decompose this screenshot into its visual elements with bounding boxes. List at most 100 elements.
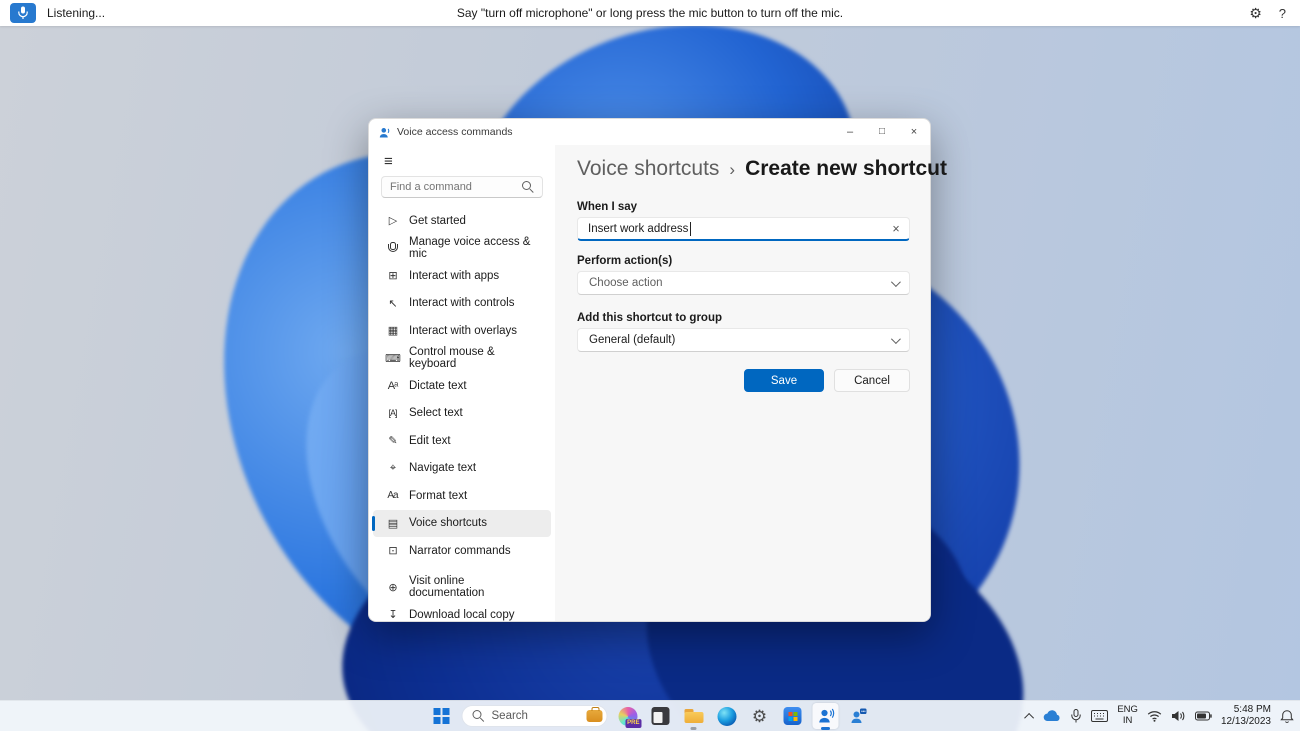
group-value: General (default) bbox=[589, 334, 676, 346]
sidebar-item-label: Select text bbox=[409, 407, 463, 420]
sidebar-item-control-mouse-keyboard[interactable]: ⌨ Control mouse & keyboard bbox=[373, 345, 551, 373]
sidebar-item-label: Interact with overlays bbox=[409, 324, 518, 337]
clock[interactable]: 5:48 PM 12/13/2023 bbox=[1221, 704, 1271, 729]
taskbar-search[interactable]: Search bbox=[461, 705, 608, 727]
preview-badge: PRE bbox=[625, 719, 641, 728]
taskbar-app-store[interactable] bbox=[780, 703, 806, 729]
window-titlebar: Voice access commands – □ × bbox=[369, 119, 930, 145]
voice-shortcuts-icon: ▤ bbox=[387, 517, 398, 530]
taskbar-app-people-chat[interactable] bbox=[846, 703, 872, 729]
overlay-grid-icon: ▦ bbox=[387, 325, 398, 338]
search-placeholder: Search bbox=[491, 710, 528, 722]
mic-tray-icon[interactable] bbox=[1070, 709, 1082, 723]
chevron-down-icon bbox=[890, 276, 901, 287]
choose-action-dropdown[interactable]: Choose action bbox=[577, 271, 910, 295]
file-explorer-icon bbox=[684, 708, 703, 724]
people-chat-icon bbox=[851, 708, 867, 723]
sidebar-item-get-started[interactable]: ▷ Get started bbox=[373, 207, 551, 235]
sidebar-item-interact-controls[interactable]: ↖ Interact with controls bbox=[373, 290, 551, 318]
maximize-button[interactable]: □ bbox=[866, 119, 898, 145]
perform-actions-label: Perform action(s) bbox=[577, 255, 673, 267]
listening-status: Listening... bbox=[47, 6, 106, 20]
taskbar-app-file-explorer[interactable] bbox=[681, 703, 707, 730]
volume-icon[interactable] bbox=[1171, 710, 1186, 722]
onedrive-cloud-icon[interactable] bbox=[1043, 710, 1061, 722]
save-button[interactable]: Save bbox=[744, 369, 824, 392]
running-indicator bbox=[690, 727, 697, 730]
window-title: Voice access commands bbox=[397, 126, 513, 138]
when-i-say-input[interactable] bbox=[578, 222, 883, 235]
find-command-searchbox[interactable] bbox=[381, 176, 543, 198]
minimize-button[interactable]: – bbox=[834, 119, 866, 145]
close-button[interactable]: × bbox=[898, 119, 930, 145]
language-indicator[interactable]: ENG IN bbox=[1117, 704, 1138, 727]
play-icon: ▷ bbox=[388, 215, 397, 228]
taskbar: Search PRE ⚙ ENG IN 5:48 PM 12/13/2023 bbox=[0, 700, 1300, 731]
sidebar-item-voice-shortcuts[interactable]: ▤ Voice shortcuts bbox=[372, 509, 551, 537]
add-to-group-label: Add this shortcut to group bbox=[577, 312, 723, 324]
narrator-icon: ⊡ bbox=[388, 545, 397, 558]
sidebar-item-edit-text[interactable]: ✎ Edit text bbox=[373, 427, 551, 455]
sidebar-item-dictate-text[interactable]: Aᵃ Dictate text bbox=[373, 372, 551, 400]
taskbar-app-voice-access[interactable] bbox=[812, 703, 839, 730]
sidebar-item-label: Control mouse & keyboard bbox=[409, 346, 495, 371]
chevron-down-icon bbox=[890, 333, 901, 344]
choose-action-value: Choose action bbox=[589, 277, 663, 289]
edge-browser-icon bbox=[717, 706, 736, 726]
sidebar-item-format-text[interactable]: Aa Format text bbox=[373, 482, 551, 510]
notification-bell-icon[interactable] bbox=[1280, 709, 1294, 724]
battery-icon[interactable] bbox=[1194, 711, 1212, 721]
touch-keyboard-icon[interactable] bbox=[1091, 710, 1109, 722]
taskbar-app-preview[interactable]: PRE bbox=[615, 703, 641, 729]
date: 12/13/2023 bbox=[1220, 716, 1271, 727]
cursor-icon: ↖ bbox=[388, 297, 397, 310]
tray-overflow-chevron-icon[interactable] bbox=[1024, 712, 1035, 723]
wifi-icon[interactable] bbox=[1147, 710, 1162, 722]
sidebar-item-manage-voice-access[interactable]: Manage voice access & mic bbox=[373, 235, 551, 263]
sidebar-item-online-documentation[interactable]: ⊕ Visit online documentation bbox=[373, 574, 551, 602]
settings-gear-icon: ⚙ bbox=[751, 706, 768, 726]
sidebar-item-label: Voice shortcuts bbox=[409, 517, 487, 530]
sidebar-item-narrator-commands[interactable]: ⊡ Narrator commands bbox=[373, 537, 551, 565]
download-icon: ↧ bbox=[388, 609, 397, 622]
sidebar-item-label: Edit text bbox=[409, 434, 451, 447]
clear-text-icon[interactable]: × bbox=[883, 222, 909, 236]
sidebar-item-download-local-copy[interactable]: ↧ Download local copy bbox=[373, 601, 551, 629]
sidebar-item-select-text[interactable]: [A] Select text bbox=[373, 400, 551, 428]
taskbar-app-recorder[interactable] bbox=[648, 703, 674, 729]
sidebar-item-label: Interact with controls bbox=[409, 297, 515, 310]
apps-grid-icon: ⊞ bbox=[388, 270, 397, 283]
find-command-input[interactable] bbox=[390, 181, 516, 193]
sidebar-item-navigate-text[interactable]: ⌖ Navigate text bbox=[373, 455, 551, 483]
preview-app-icon: PRE bbox=[618, 706, 641, 728]
sidebar-item-label: Visit online documentation bbox=[409, 575, 485, 600]
time: 5:48 PM bbox=[1233, 703, 1271, 715]
hamburger-menu-icon[interactable]: ≡ bbox=[384, 154, 555, 169]
sidebar-item-label: Manage voice access & mic bbox=[409, 236, 531, 261]
breadcrumb-voice-shortcuts[interactable]: Voice shortcuts bbox=[577, 157, 719, 181]
sidebar-item-label: Dictate text bbox=[409, 379, 467, 392]
voice-access-app-icon bbox=[379, 127, 390, 138]
settings-gear-icon[interactable]: ⚙ bbox=[1249, 6, 1262, 20]
microphone-button[interactable] bbox=[10, 3, 36, 23]
sidebar-item-label: Navigate text bbox=[409, 462, 477, 475]
text-caret bbox=[690, 222, 691, 236]
taskbar-app-settings[interactable]: ⚙ bbox=[747, 703, 773, 729]
voice-access-bar: Listening... Say "turn off microphone" o… bbox=[0, 0, 1300, 26]
sidebar-item-label: Format text bbox=[409, 489, 468, 502]
voice-access-icon bbox=[819, 708, 835, 723]
help-icon[interactable]: ? bbox=[1279, 7, 1286, 20]
edit-pencil-icon: ✎ bbox=[388, 435, 397, 448]
format-text-icon: Aa bbox=[387, 490, 398, 502]
dictate-icon: Aᵃ bbox=[387, 379, 398, 392]
sidebar-item-label: Interact with apps bbox=[409, 269, 500, 282]
group-dropdown[interactable]: General (default) bbox=[577, 328, 910, 352]
when-i-say-field[interactable]: × bbox=[577, 217, 910, 241]
chevron-right-icon: › bbox=[729, 160, 736, 179]
cancel-button[interactable]: Cancel bbox=[834, 369, 910, 392]
sidebar-item-interact-apps[interactable]: ⊞ Interact with apps bbox=[373, 262, 551, 290]
taskbar-app-edge[interactable] bbox=[714, 703, 740, 729]
start-button[interactable] bbox=[429, 703, 455, 729]
sidebar-item-interact-overlays[interactable]: ▦ Interact with overlays bbox=[373, 317, 551, 345]
microsoft-store-icon bbox=[783, 707, 802, 725]
